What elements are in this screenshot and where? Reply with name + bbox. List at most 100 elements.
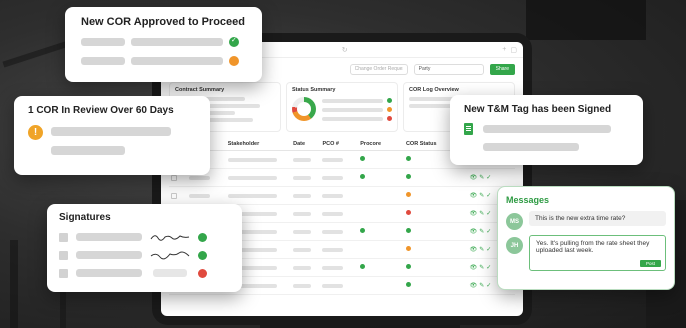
cor-status-cell [403,186,468,205]
pco-cell [320,168,359,187]
date-cell [291,222,321,241]
date-cell [291,168,321,187]
avatar: JH [506,237,523,254]
share-button[interactable]: Share [489,63,515,75]
edit-icon: ✎ [479,229,485,235]
column-header[interactable]: Procore [358,138,404,151]
signature-scribble-icon [150,251,190,260]
pco-cell [320,276,359,295]
signature-row [59,267,230,279]
cor-number-cell [187,186,226,205]
add-tab-icon[interactable]: + [502,46,506,53]
contract-summary-title: Contract Summary [175,87,225,93]
signature-row [59,249,230,261]
tm-tag-signed-card[interactable]: New T&M Tag has been Signed [450,95,643,165]
stakeholder-cell [225,168,292,187]
view-icon: 👁 [469,247,478,253]
procore-status-cell [358,204,404,223]
tabs-icon[interactable]: ▢ [510,46,517,54]
edit-icon: ✎ [479,247,485,253]
date-cell [291,276,321,295]
status-summary-card: Status Summary [286,82,398,132]
edit-icon: ✎ [479,193,485,199]
approved-check-icon: ✓ [229,37,239,47]
view-icon: 👁 [469,265,478,271]
stakeholder-cell [225,150,292,169]
edit-icon: ✎ [479,175,485,181]
refresh-icon[interactable]: ↻ [342,46,348,54]
date-cell [291,240,321,259]
column-header[interactable]: Date [291,138,321,151]
tm-tag-title: New T&M Tag has been Signed [464,104,612,115]
unsigned-x-icon [198,268,207,278]
filter-select[interactable]: Party [413,63,484,75]
cor-review-alert-card[interactable]: 1 COR In Review Over 60 Days ! [14,96,210,175]
edit-icon: ✎ [479,283,485,289]
warning-icon: ! [28,125,43,140]
message-bubble: This is the new extra time rate? [529,211,666,226]
cor-status-cell [403,204,468,223]
signatures-card[interactable]: Signatures [47,204,242,292]
message-item: JH Yes. It's pulling from the rate sheet… [506,235,666,271]
procore-status-cell [358,222,404,241]
date-cell [291,258,321,277]
view-icon: 👁 [469,193,478,199]
cor-status-cell [403,276,468,295]
signature-pending-field[interactable] [153,269,187,277]
actions-cell[interactable]: 👁✎✓ [467,168,515,187]
pco-cell [320,150,359,169]
approve-icon: ✓ [486,283,492,289]
view-icon: 👁 [469,211,478,217]
approve-icon: ✓ [486,229,492,235]
approve-icon: ✓ [486,211,492,217]
procore-status-cell [358,258,404,277]
post-button[interactable]: Post [639,260,661,267]
row-checkbox[interactable] [169,186,188,205]
search-select[interactable]: Change Order Request [349,63,408,75]
date-cell [291,186,321,205]
view-icon: 👁 [469,175,478,181]
cor-status-cell [403,222,468,241]
column-header[interactable]: PCO # [320,138,359,151]
approve-icon: ✓ [486,175,492,181]
procore-status-cell [358,150,404,169]
cor-log-overview-title: COR Log Overview [409,87,459,93]
edit-icon: ✎ [479,265,485,271]
table-row[interactable]: 👁✎✓ [169,168,515,187]
signed-check-icon [198,250,207,260]
pco-cell [320,204,359,223]
status-donut-chart [292,97,316,121]
status-summary-title: Status Summary [292,87,336,93]
pending-status-icon [229,56,239,66]
stakeholder-cell [225,186,292,205]
view-icon: 👁 [469,283,478,289]
signed-check-icon [198,232,207,242]
procore-status-cell [358,186,404,205]
approve-icon: ✓ [486,193,492,199]
document-icon [464,123,473,135]
cor-status-cell [403,168,468,187]
procore-status-cell [358,240,404,259]
table-row[interactable]: 👁✎✓ [169,186,515,205]
edit-icon: ✎ [479,211,485,217]
procore-status-cell [358,168,404,187]
cor-status-cell [403,240,468,259]
signatures-title: Signatures [59,212,111,223]
procore-status-cell [358,276,404,295]
pco-cell [320,240,359,259]
avatar: MS [506,213,523,230]
message-item: MS This is the new extra time rate? [506,211,666,230]
messages-title: Messages [506,195,550,205]
date-cell [291,204,321,223]
cor-review-title: 1 COR In Review Over 60 Days [28,105,174,116]
column-header[interactable]: Stakeholder [225,138,292,151]
cor-approved-title: New COR Approved to Proceed [81,16,246,28]
cor-approved-card[interactable]: New COR Approved to Proceed ✓ [65,7,262,82]
signature-row [59,231,230,243]
approve-icon: ✓ [486,247,492,253]
date-cell [291,150,321,169]
messages-card[interactable]: Messages MS This is the new extra time r… [497,186,675,290]
pco-cell [320,222,359,241]
reply-input[interactable]: Yes. It's pulling from the rate sheet th… [529,235,666,271]
view-icon: 👁 [469,229,478,235]
